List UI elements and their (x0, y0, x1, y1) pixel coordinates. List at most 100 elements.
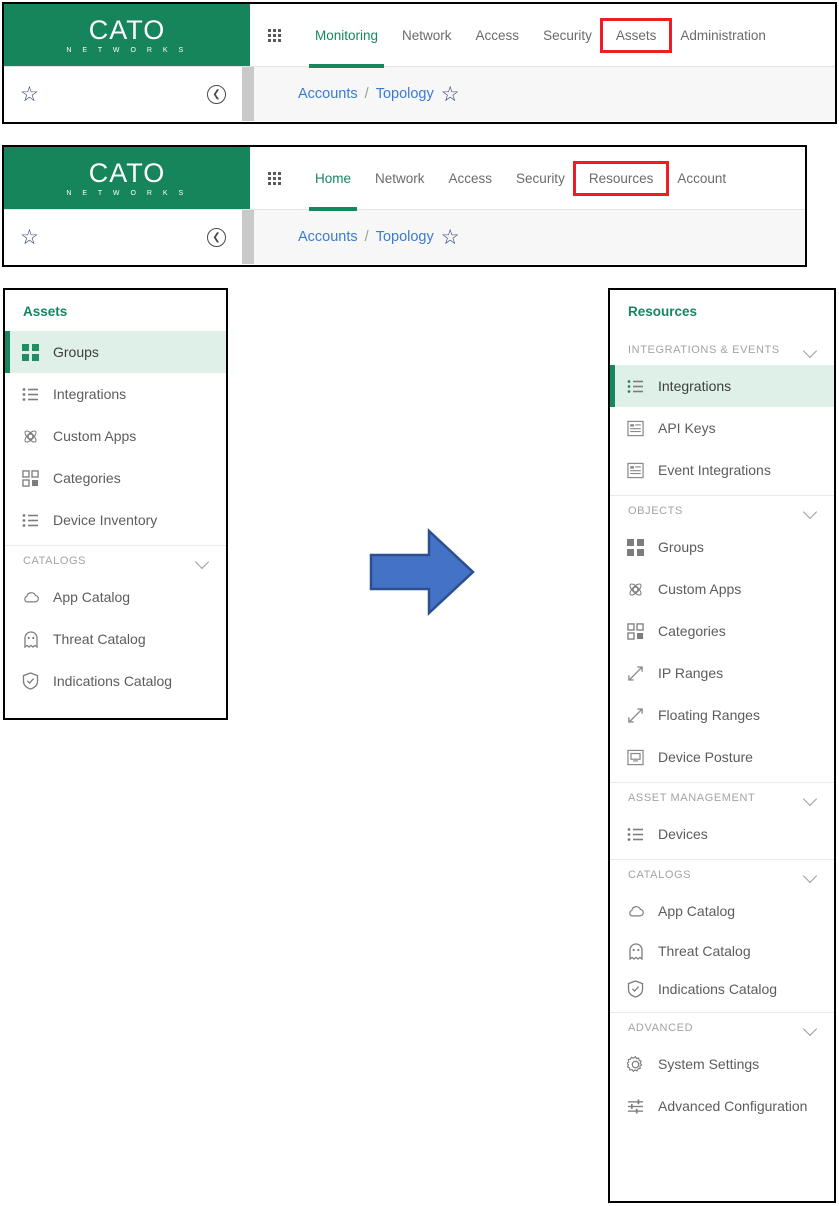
sidebar-item-label: Advanced Configuration (658, 1098, 808, 1114)
nav-tab-account[interactable]: Account (665, 165, 738, 192)
sidebar-item-label: Threat Catalog (53, 631, 146, 647)
ghost-icon (626, 942, 645, 961)
atom-icon (626, 580, 645, 599)
breadcrumb-separator-after: / (364, 229, 369, 245)
sidebar-item-integrations[interactable]: Integrations (610, 365, 834, 407)
sidebar-group-label: ASSET MANAGEMENT (628, 792, 756, 804)
sidebar-item-app-catalog[interactable]: App Catalog (5, 576, 226, 618)
sidebar-item-label: API Keys (658, 420, 716, 436)
grid-squares-icon (21, 343, 40, 362)
favorite-star-icon[interactable]: ☆ (20, 84, 41, 105)
sidebar-item-event-integrations[interactable]: Event Integrations (610, 449, 834, 491)
screenshot-canvas: CATO N E T W O R K S Monitoring Network … (0, 0, 839, 1206)
sidebar-item-custom-apps[interactable]: Custom Apps (610, 568, 834, 610)
sidebar-item-indications-catalog[interactable]: Indications Catalog (5, 660, 226, 702)
sidebar-item-integrations[interactable]: Integrations (5, 373, 226, 415)
breadcrumb-accounts-after[interactable]: Accounts (298, 229, 358, 245)
sidebar-item-device-posture[interactable]: Device Posture (610, 736, 834, 778)
sidebar-item-label: Devices (658, 826, 708, 842)
sidebar-item-app-catalog[interactable]: App Catalog (610, 890, 834, 932)
sidebar-item-label: Groups (53, 344, 99, 360)
panel-divider[interactable] (242, 67, 254, 121)
nav-tab-assets[interactable]: Assets (599, 17, 673, 53)
sidebar-item-ip-ranges[interactable]: IP Ranges (610, 652, 834, 694)
sidebar-item-label: Floating Ranges (658, 707, 760, 723)
sidebar-group-label: CATALOGS (23, 555, 87, 567)
chevron-down-icon (804, 507, 818, 516)
breadcrumb: Accounts / Topology ☆ (254, 67, 835, 121)
list-icon (21, 385, 40, 404)
sidebar-item-categories[interactable]: Categories (5, 457, 226, 499)
sidebar-item-threat-catalog[interactable]: Threat Catalog (610, 932, 834, 970)
sidebar-item-label: Groups (658, 539, 704, 555)
sidebar-panel-before: Assets Groups Integrations Custom Apps C… (3, 288, 228, 720)
transition-arrow (367, 527, 477, 617)
breadcrumb-favorite-star-icon[interactable]: ☆ (441, 84, 462, 105)
sidebar-item-label: IP Ranges (658, 665, 724, 681)
nav-tab-resources[interactable]: Resources (572, 160, 670, 196)
sidebar-item-groups[interactable]: Groups (5, 331, 226, 373)
collapse-sidebar-icon[interactable]: ❮ (207, 84, 226, 104)
chevron-down-icon (804, 1024, 818, 1033)
sidebar-item-label: Categories (53, 470, 121, 486)
sidebar-item-devices[interactable]: Devices (610, 813, 834, 855)
sidebar-group-integrations-events[interactable]: INTEGRATIONS & EVENTS (610, 335, 834, 365)
list-icon (21, 511, 40, 530)
nav-tab-access[interactable]: Access (464, 22, 532, 49)
cloud-icon (626, 902, 645, 921)
nav-tab-security-after[interactable]: Security (504, 165, 577, 192)
sidebar-group-asset-management[interactable]: ASSET MANAGEMENT (610, 782, 834, 813)
sidebar-group-advanced[interactable]: ADVANCED (610, 1012, 834, 1043)
sidebar-item-label: Custom Apps (658, 581, 742, 597)
cato-logo-after[interactable]: CATO N E T W O R K S (4, 147, 250, 209)
chevron-down-icon (804, 794, 818, 803)
nav-tab-access-after[interactable]: Access (437, 165, 505, 192)
collapse-sidebar-icon-after[interactable]: ❮ (207, 227, 226, 247)
sidebar-item-device-inventory[interactable]: Device Inventory (5, 499, 226, 541)
breadcrumb-topology-after[interactable]: Topology (376, 229, 434, 245)
nav-tab-security[interactable]: Security (531, 22, 604, 49)
sidebar-item-label: System Settings (658, 1056, 760, 1072)
sidebar-title-resources: Resources (628, 304, 698, 319)
sidebar-item-indications-catalog[interactable]: Indications Catalog (610, 970, 834, 1008)
favorite-star-icon-after[interactable]: ☆ (20, 227, 41, 248)
nav-tab-network[interactable]: Network (390, 22, 464, 49)
sidebar-item-system-settings[interactable]: System Settings (610, 1043, 834, 1085)
sidebar-item-groups[interactable]: Groups (610, 526, 834, 568)
sidebar-item-label: App Catalog (658, 903, 736, 919)
panel-divider-after[interactable] (242, 210, 254, 264)
breadcrumb-favorite-star-icon-after[interactable]: ☆ (441, 227, 462, 248)
breadcrumb-topology[interactable]: Topology (376, 86, 434, 102)
sidebar-item-custom-apps[interactable]: Custom Apps (5, 415, 226, 457)
category-grid-icon (21, 469, 40, 488)
app-grid-icon-after[interactable] (268, 171, 281, 185)
sidebar-item-api-keys[interactable]: API Keys (610, 407, 834, 449)
sidebar-item-label: Custom Apps (53, 428, 137, 444)
sidebar-item-floating-ranges[interactable]: Floating Ranges (610, 694, 834, 736)
sidebar-group-catalogs[interactable]: CATALOGS (610, 859, 834, 890)
app-grid-icon[interactable] (268, 28, 281, 42)
sidebar-item-label: Integrations (658, 378, 732, 394)
sidebar-item-categories[interactable]: Categories (610, 610, 834, 652)
sidebar-item-threat-catalog[interactable]: Threat Catalog (5, 618, 226, 660)
cato-logo[interactable]: CATO N E T W O R K S (4, 4, 250, 66)
sidebar-item-label: Integrations (53, 386, 127, 402)
sidebar-item-advanced-configuration[interactable]: Advanced Configuration (610, 1085, 834, 1127)
logo-tagline: N E T W O R K S (66, 46, 188, 54)
sidebar-group-catalogs[interactable]: CATALOGS (5, 545, 226, 576)
nav-tab-home[interactable]: Home (303, 165, 363, 211)
nav-items-after: Home Network Access Security Resources A… (250, 147, 805, 211)
sidebar-group-objects[interactable]: OBJECTS (610, 495, 834, 526)
sliders-icon (626, 1097, 645, 1116)
nav-tab-network-after[interactable]: Network (363, 165, 437, 192)
logo-wordmark-after: CATO (88, 157, 166, 188)
sidebar-group-label: OBJECTS (628, 505, 683, 517)
nav-tab-monitoring[interactable]: Monitoring (303, 22, 390, 68)
breadcrumb-bar-before: ☆ ❮ Accounts / Topology ☆ (4, 67, 835, 121)
sidebar-item-label: Device Posture (658, 749, 753, 765)
ghost-icon (21, 630, 40, 649)
document-list-icon (626, 419, 645, 438)
breadcrumb-accounts[interactable]: Accounts (298, 86, 358, 102)
chevron-down-icon (196, 557, 210, 566)
nav-tab-administration[interactable]: Administration (668, 22, 778, 49)
